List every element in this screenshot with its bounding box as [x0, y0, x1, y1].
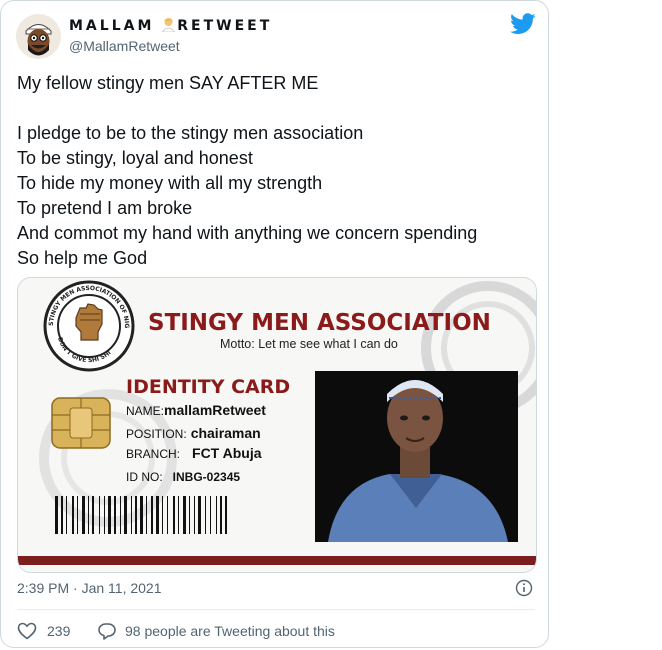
barcode-bar: [183, 496, 186, 534]
barcode-bar: [198, 496, 201, 534]
barcode-bar: [114, 496, 116, 534]
name-label: NAME:: [126, 404, 164, 418]
person-emoji-icon: [161, 17, 176, 33]
card-title: STINGY MEN ASSOCIATION: [148, 310, 491, 336]
name-value: mallamRetweet: [164, 402, 266, 418]
like-button[interactable]: 239: [17, 621, 70, 641]
tweeting-about-link[interactable]: 98 people are Tweeting about this: [97, 621, 335, 641]
id-heading: IDENTITY CARD: [126, 376, 290, 398]
heart-icon: [17, 622, 37, 640]
barcode-bar: [194, 496, 195, 534]
barcode-bar: [156, 496, 159, 534]
svg-text:NAME:mallamRetweet: NAME:mallamRetweet: [126, 402, 266, 418]
svg-text:POSITION:chairaman: POSITION: chairaman: [126, 425, 261, 441]
id-card-image: STINGY MEN ASSOCIATION OF NIGERIA DON'T …: [18, 278, 536, 572]
barcode-bar: [162, 496, 163, 534]
like-count: 239: [47, 623, 71, 639]
tweet-timestamp[interactable]: 2:39 PM · Jan 11, 2021: [17, 580, 162, 596]
speech-bubble-icon: [97, 622, 117, 640]
tweet-line: To be stingy, loyal and honest: [17, 148, 253, 168]
branch-value: FCT Abuja: [192, 445, 262, 461]
twitter-bird-icon[interactable]: [510, 13, 536, 35]
barcode-bar: [120, 496, 121, 534]
barcode-bar: [151, 496, 153, 534]
barcode-bar: [220, 496, 222, 534]
barcode-bar: [55, 496, 58, 534]
tweet-line: So help me God: [17, 248, 148, 268]
position-value: chairaman: [191, 425, 261, 441]
barcode-bar: [108, 496, 111, 534]
tweet-line: To pretend I am broke: [17, 198, 193, 218]
barcode-bar: [205, 496, 206, 534]
tweet-line: My fellow stingy men SAY AFTER ME: [17, 73, 319, 93]
author-name-text: MALLAM: [69, 18, 155, 34]
barcode-bar: [99, 496, 100, 534]
barcode-bar: [124, 496, 127, 534]
author-handle[interactable]: @MallamRetweet: [69, 38, 180, 54]
barcode-bar: [77, 496, 78, 534]
info-icon[interactable]: [515, 579, 533, 597]
barcode-bar: [216, 496, 217, 534]
barcode-bar: [225, 496, 227, 534]
tweet-line: And commot my hand with anything we conc…: [17, 223, 478, 243]
divider: [17, 609, 535, 610]
barcode-bar: [189, 496, 190, 534]
svg-text:ID NO:INBG-02345: ID NO: INBG-02345: [126, 470, 240, 484]
barcode-bar: [167, 496, 168, 534]
avatar[interactable]: [16, 14, 61, 59]
author-name[interactable]: MALLAM RETWEET: [69, 17, 272, 34]
tweet-card: MALLAM RETWEET @MallamRetweet My fellow …: [0, 0, 549, 648]
member-photo: [315, 371, 518, 542]
barcode-bar: [140, 496, 143, 534]
barcode-bar: [146, 496, 147, 534]
barcode-bar: [82, 496, 85, 534]
barcode-bar: [72, 496, 74, 534]
branch-label: BRANCH:: [126, 447, 180, 461]
barcode-bar: [104, 496, 105, 534]
barcode-bar: [210, 496, 211, 534]
barcode-bar: [88, 496, 89, 534]
author-name-suffix: RETWEET: [177, 18, 273, 34]
barcode-bar: [178, 496, 179, 534]
tweeting-about-text: 98 people are Tweeting about this: [125, 623, 335, 639]
barcode-bar: [173, 496, 175, 534]
barcode-bar: [131, 496, 132, 534]
svg-text:BRANCH:FCT Abuja: BRANCH: FCT Abuja: [126, 445, 262, 461]
tweet-media-image[interactable]: STINGY MEN ASSOCIATION OF NIGERIA DON'T …: [17, 277, 537, 573]
barcode-bar: [92, 496, 94, 534]
card-motto: Motto: Let me see what I can do: [220, 337, 398, 351]
idno-label: ID NO:: [126, 470, 163, 484]
idno-value: INBG-02345: [173, 470, 241, 484]
barcode-bar: [135, 496, 137, 534]
position-label: POSITION:: [126, 427, 187, 441]
barcode-bar: [61, 496, 63, 534]
tweet-line: To hide my money with all my strength: [17, 173, 323, 193]
tweet-line: [17, 96, 537, 121]
tweet-line: I pledge to be to the stingy men associa…: [17, 123, 364, 143]
sim-chip-icon: [51, 397, 111, 449]
barcode-bar: [66, 496, 67, 534]
tweet-text: My fellow stingy men SAY AFTER ME I pled…: [17, 71, 537, 271]
